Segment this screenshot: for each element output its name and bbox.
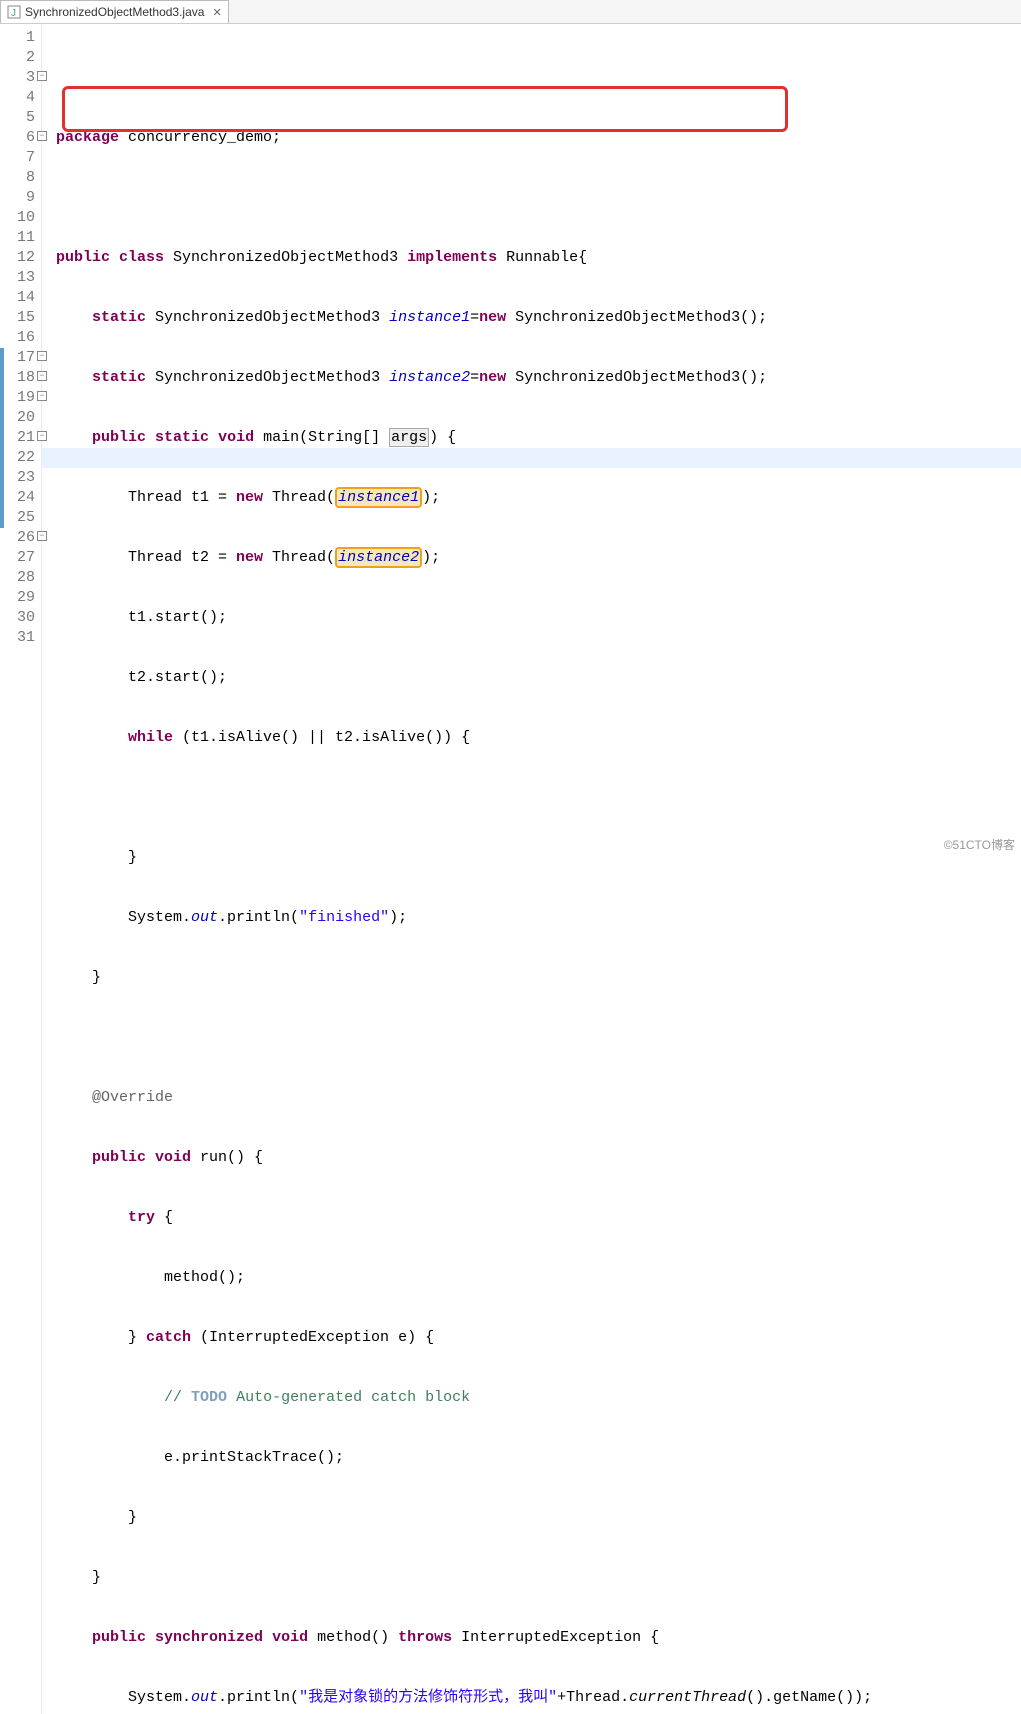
editor-tab-bar: J SynchronizedObjectMethod3.java ✕	[0, 0, 1021, 24]
java-file-icon: J	[7, 5, 21, 19]
current-line-highlight	[42, 448, 1021, 468]
code-area[interactable]: package concurrency_demo; public class S…	[42, 24, 1021, 1714]
red-highlight-box	[62, 86, 788, 132]
tab-filename: SynchronizedObjectMethod3.java	[25, 5, 204, 19]
watermark: ©51CTO博客	[944, 836, 1015, 853]
svg-text:J: J	[11, 8, 16, 19]
line-gutter: 123−456−7891011121314151617−18−19−2021−2…	[0, 24, 42, 1714]
close-icon[interactable]: ✕	[212, 6, 221, 19]
code-editor[interactable]: 123−456−7891011121314151617−18−19−2021−2…	[0, 24, 1021, 1714]
editor-tab[interactable]: J SynchronizedObjectMethod3.java ✕	[0, 0, 229, 23]
